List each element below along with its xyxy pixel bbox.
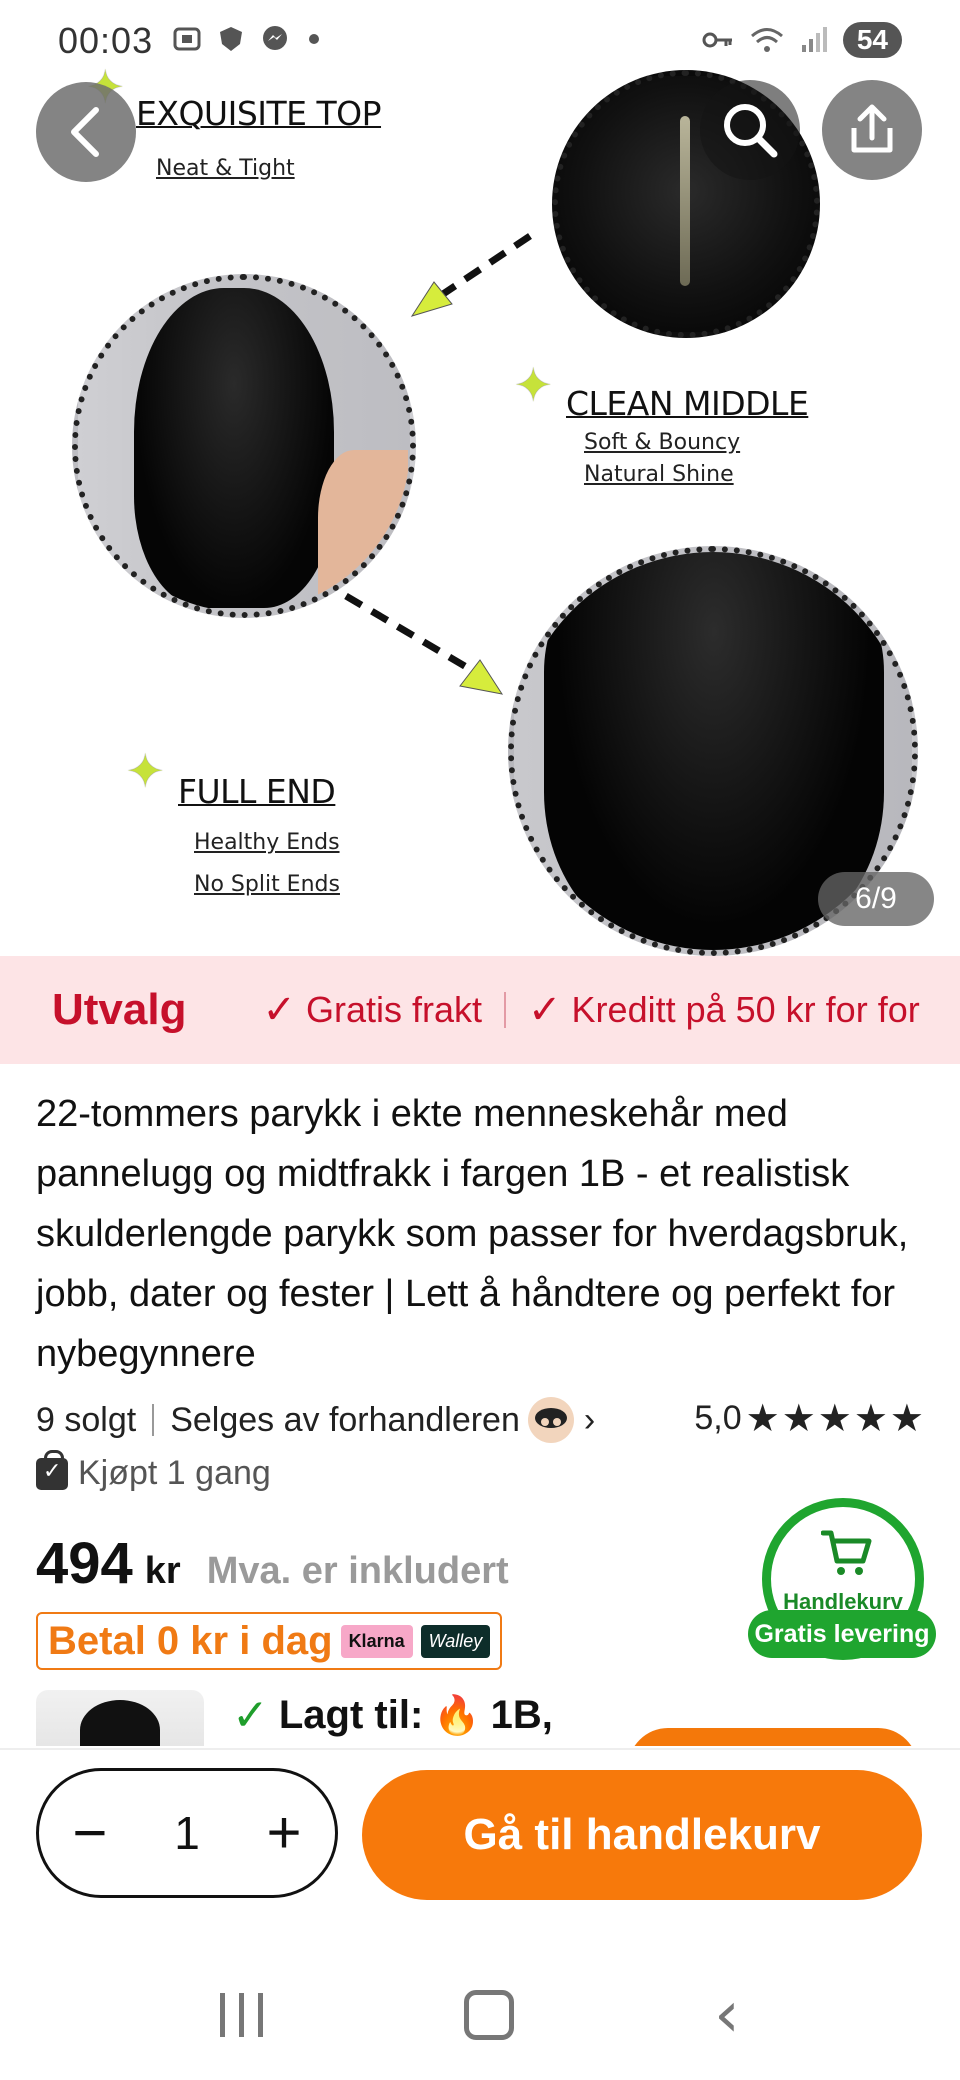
caption-end-title: FULL END [178, 772, 336, 811]
search-button[interactable] [700, 80, 800, 180]
gallery-page-indicator: 6/9 [818, 872, 934, 926]
chevron-left-icon [71, 107, 99, 157]
wig-back-photo [72, 274, 416, 618]
wifi-icon [750, 28, 783, 52]
shield-app-icon [220, 27, 242, 51]
klarna-logo: Klarna [340, 1624, 413, 1658]
status-time: 00:03 [58, 20, 154, 61]
pay-later-text: Betal 0 kr i dag [48, 1618, 333, 1663]
seller-avatar[interactable] [527, 1397, 574, 1443]
check-icon: ✓ [528, 988, 562, 1032]
sparkle-icon: ✦ [126, 745, 165, 797]
back-nav-icon[interactable]: ‹ [714, 1978, 740, 2052]
banner-item-label: Gratis frakt [306, 989, 483, 1030]
sparkle-icon: ✦ [514, 359, 553, 411]
back-button[interactable] [36, 82, 136, 182]
increase-button[interactable]: + [267, 1803, 302, 1863]
quantity-value: 1 [174, 1807, 200, 1859]
pay-later-banner[interactable]: Betal 0 kr i dag Klarna Walley [36, 1612, 503, 1670]
messenger-icon [263, 26, 287, 50]
added-variant: 1B, [490, 1693, 553, 1737]
rating[interactable]: 5,0 ★★★★★ [694, 1396, 926, 1441]
quantity-stepper[interactable]: − 1 + [36, 1768, 338, 1898]
flame-icon: 🔥 [433, 1694, 481, 1737]
key-icon [702, 32, 732, 48]
price-value: 494 [36, 1531, 133, 1596]
dot-icon [309, 34, 319, 44]
added-text: ✓ Lagt til: 🔥 1B, [232, 1690, 553, 1741]
check-icon: ✓ [262, 988, 296, 1032]
home-icon[interactable] [463, 1990, 514, 2040]
seller-avatar-icon [534, 1408, 567, 1428]
shopping-bag-icon [36, 1449, 68, 1490]
rating-value: 5,0 [694, 1399, 742, 1437]
variant-thumbnail[interactable] [36, 1690, 204, 1746]
vat-note: Mva. er inkludert [206, 1550, 509, 1592]
battery-indicator: 54 [842, 22, 902, 58]
product-title: 22-tommers parykk i ekte menneskehår med… [36, 1093, 909, 1375]
signal-icon [801, 27, 827, 52]
product-meta-row: 9 solgt Selges av forhandleren › 5,0 ★★★… [36, 1396, 926, 1444]
go-to-cart-button[interactable]: Gå til handlekurv [362, 1770, 922, 1900]
decrease-button[interactable]: − [72, 1803, 107, 1863]
bought-indicator: Kjøpt 1 gang [36, 1449, 271, 1493]
rating-stars-icon: ★★★★★ [745, 1398, 926, 1440]
recents-icon[interactable] [220, 1993, 264, 2037]
caption-middle-sub1: Soft & Bouncy [584, 430, 741, 455]
bottom-action-bar: − 1 + Gå til handlekurv [0, 1748, 960, 1952]
added-to-cart-row: ✓ Lagt til: 🔥 1B, [36, 1690, 960, 1746]
caption-end-sub2: No Split Ends [194, 872, 340, 897]
banner-item-free-shipping: ✓ Gratis frakt [262, 987, 482, 1033]
go-to-cart-small-button[interactable] [628, 1728, 918, 1746]
banner-separator [504, 992, 507, 1028]
cart-icon [821, 1530, 872, 1575]
chevron-right-icon[interactable]: › [584, 1401, 595, 1440]
utvalg-banner[interactable]: Utvalg ✓ Gratis frakt ✓ Kreditt på 50 kr… [0, 956, 960, 1064]
product-image-gallery[interactable]: ✦ EXQUISITE TOP Neat & Tight ✦ CLEAN MID… [0, 0, 960, 956]
sold-count: 9 solgt [36, 1400, 137, 1439]
price-currency: kr [144, 1550, 181, 1592]
status-bar: 00:03 54 [0, 0, 960, 84]
walley-logo: Walley [420, 1624, 491, 1658]
arrow-top-to-left [410, 233, 532, 317]
banner-item-label: Kreditt på 50 kr for for [571, 989, 920, 1030]
free-delivery-badge: Gratis levering [748, 1610, 936, 1658]
system-navigation-bar: ‹ [0, 1950, 960, 2080]
arrow-left-to-right [344, 592, 504, 695]
seller-link[interactable]: Selges av forhandleren [170, 1401, 520, 1440]
caption-top-sub: Neat & Tight [156, 156, 295, 181]
banner-item-credit: ✓ Kreditt på 50 kr for for [528, 987, 920, 1033]
caption-top-title: EXQUISITE TOP [136, 94, 382, 133]
caption-middle-sub2: Natural Shine [584, 462, 734, 487]
check-icon: ✓ [232, 1691, 269, 1740]
banner-brand: Utvalg [52, 985, 187, 1034]
screenshot-icon [173, 27, 201, 51]
added-label: Lagt til: [278, 1693, 424, 1737]
share-icon [851, 104, 893, 153]
share-button[interactable] [822, 80, 922, 180]
status-notification-icons [172, 24, 324, 54]
bought-text: Kjøpt 1 gang [78, 1454, 271, 1492]
search-icon [724, 104, 778, 158]
status-system-icons: 54 [701, 22, 902, 58]
price-block: 494 kr Mva. er inkludert [36, 1530, 509, 1597]
meta-separator [152, 1404, 155, 1436]
caption-middle-title: CLEAN MIDDLE [566, 384, 809, 423]
caption-end-sub1: Healthy Ends [194, 830, 340, 855]
